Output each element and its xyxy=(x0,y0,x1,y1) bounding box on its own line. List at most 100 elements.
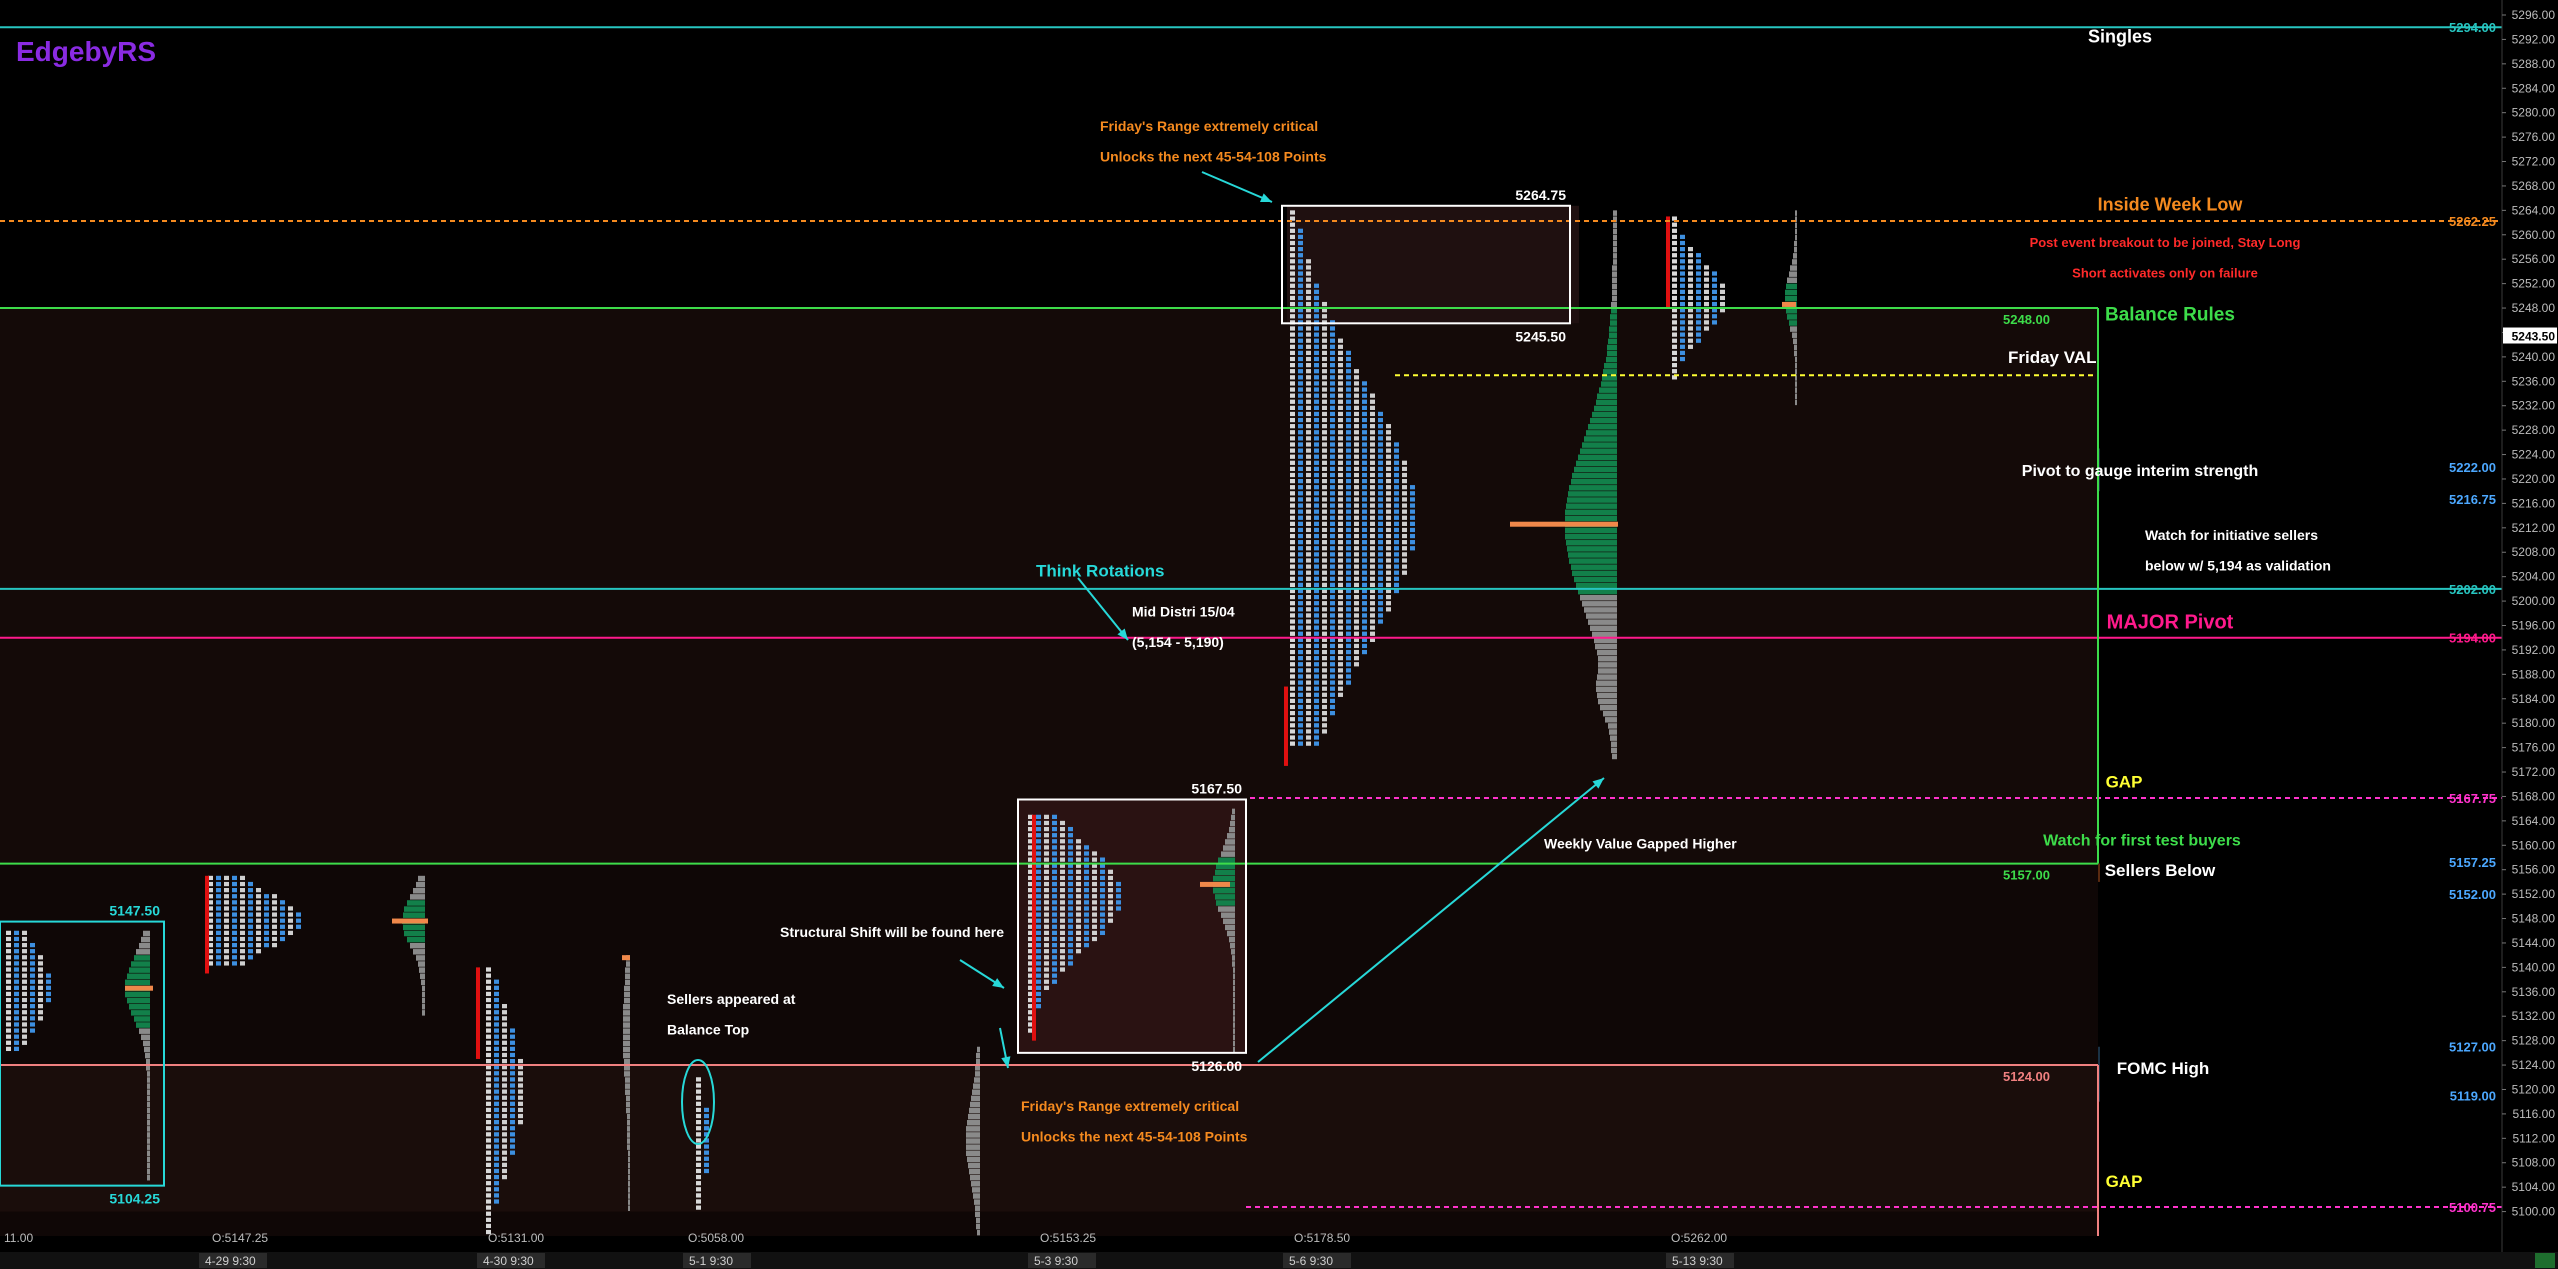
tpo-cell xyxy=(1298,686,1303,691)
tpo-cell xyxy=(1338,619,1343,624)
tpo-cell xyxy=(1338,546,1343,551)
tpo-cell xyxy=(1346,491,1351,496)
tpo-cell xyxy=(1346,668,1351,673)
tpo-cell xyxy=(1322,656,1327,661)
tpo-cell xyxy=(1298,472,1303,478)
tpo-cell xyxy=(1378,613,1383,618)
volume-bar xyxy=(1571,478,1617,485)
tpo-cell xyxy=(14,967,19,972)
tpo-cell xyxy=(224,894,229,899)
volume-bar xyxy=(1572,570,1617,577)
tpo-cell xyxy=(1060,949,1065,954)
tpo-cell xyxy=(1084,888,1089,893)
tpo-cell xyxy=(1402,540,1407,545)
tpo-cell xyxy=(1306,381,1311,386)
tpo-cell xyxy=(1306,454,1311,459)
tpo-cell xyxy=(1290,710,1295,716)
tpo-cell xyxy=(1680,326,1685,331)
tpo-cell xyxy=(1322,625,1327,630)
tpo-cell xyxy=(1298,564,1303,569)
tpo-cell xyxy=(1322,393,1327,398)
volume-bar xyxy=(628,1156,630,1163)
tpo-cell xyxy=(1322,369,1327,374)
tpo-cell xyxy=(1378,509,1383,514)
tpo-cell xyxy=(1052,936,1057,942)
tpo-cell xyxy=(1092,875,1097,881)
volume-bar xyxy=(1598,698,1617,705)
tpo-cell xyxy=(1306,546,1311,551)
tpo-cell xyxy=(1394,521,1399,526)
tpo-cell xyxy=(1378,430,1383,435)
tpo-cell xyxy=(30,991,35,997)
tpo-cell xyxy=(1306,515,1311,520)
tpo-cell xyxy=(1084,900,1089,905)
annotation-text: Sellers Below xyxy=(2105,861,2216,880)
volume-bar xyxy=(1596,680,1617,686)
tpo-cell xyxy=(1362,649,1367,655)
annotation-text: Unlocks the next 45-54-108 Points xyxy=(1100,149,1327,165)
tpo-cell xyxy=(1338,350,1343,356)
tpo-cell xyxy=(1076,906,1081,911)
volume-bar xyxy=(1227,833,1235,839)
volume-bar xyxy=(1795,381,1797,387)
tpo-cell xyxy=(1314,540,1319,545)
tpo-cell xyxy=(272,936,277,942)
volume-bar xyxy=(976,1058,980,1065)
tpo-cell xyxy=(1672,253,1677,258)
tpo-cell xyxy=(1330,582,1335,588)
x-tick-label: 4-30 9:30 xyxy=(483,1254,534,1268)
tpo-cell xyxy=(1290,485,1295,490)
tpo-cell xyxy=(1306,631,1311,636)
tpo-cell xyxy=(1298,704,1303,710)
tpo-cell xyxy=(1290,564,1295,569)
tpo-cell xyxy=(1298,424,1303,429)
tpo-cell xyxy=(1314,387,1319,392)
tpo-cell xyxy=(1346,509,1351,514)
tpo-cell xyxy=(502,1120,507,1125)
tpo-cell xyxy=(1688,326,1693,331)
tpo-cell xyxy=(1394,564,1399,569)
tpo-cell xyxy=(272,924,277,929)
tpo-cell xyxy=(1306,375,1311,380)
tpo-cell xyxy=(1290,472,1295,478)
tpo-cell xyxy=(6,961,11,966)
tpo-cell xyxy=(1322,399,1327,404)
tpo-cell xyxy=(1052,814,1057,820)
tpo-cell xyxy=(494,1174,499,1180)
tpo-cell xyxy=(22,1010,27,1015)
tpo-cell xyxy=(1696,326,1701,331)
tpo-cell xyxy=(216,918,221,923)
tpo-cell xyxy=(224,930,229,936)
tpo-cell xyxy=(494,1028,499,1033)
tpo-cell xyxy=(1036,875,1041,881)
tpo-cell xyxy=(1354,369,1359,374)
tpo-cell xyxy=(1322,527,1327,533)
tpo-cell xyxy=(1688,301,1693,307)
tpo-cell xyxy=(1672,320,1677,325)
tpo-cell xyxy=(6,1004,11,1009)
volume-bar xyxy=(147,1120,150,1126)
tpo-cell xyxy=(1306,686,1311,691)
tpo-cell xyxy=(1394,540,1399,545)
tpo-cell xyxy=(1076,936,1081,942)
tpo-cell xyxy=(1696,289,1701,294)
tpo-cell xyxy=(1306,271,1311,276)
tpo-cell xyxy=(22,1034,27,1039)
tpo-cell xyxy=(232,918,237,923)
market-profile-chart[interactable]: 5248.005157.005124.00 5264.755245.505167… xyxy=(0,0,2558,1269)
tpo-cell xyxy=(1290,436,1295,441)
shaded-areas xyxy=(0,205,2098,1236)
tpo-cell xyxy=(1338,454,1343,459)
tpo-cell xyxy=(1298,552,1303,557)
tpo-cell xyxy=(1338,668,1343,673)
tpo-cell xyxy=(240,906,245,911)
tpo-cell xyxy=(1672,350,1677,356)
tpo-cell xyxy=(1354,430,1359,435)
tpo-cell xyxy=(22,930,27,936)
poc-bar xyxy=(1510,521,1618,527)
tpo-cell xyxy=(696,1144,701,1149)
tpo-cell xyxy=(696,1083,701,1088)
tpo-cell xyxy=(1314,723,1319,728)
tpo-cell xyxy=(22,955,27,960)
volume-bar xyxy=(1229,936,1235,943)
